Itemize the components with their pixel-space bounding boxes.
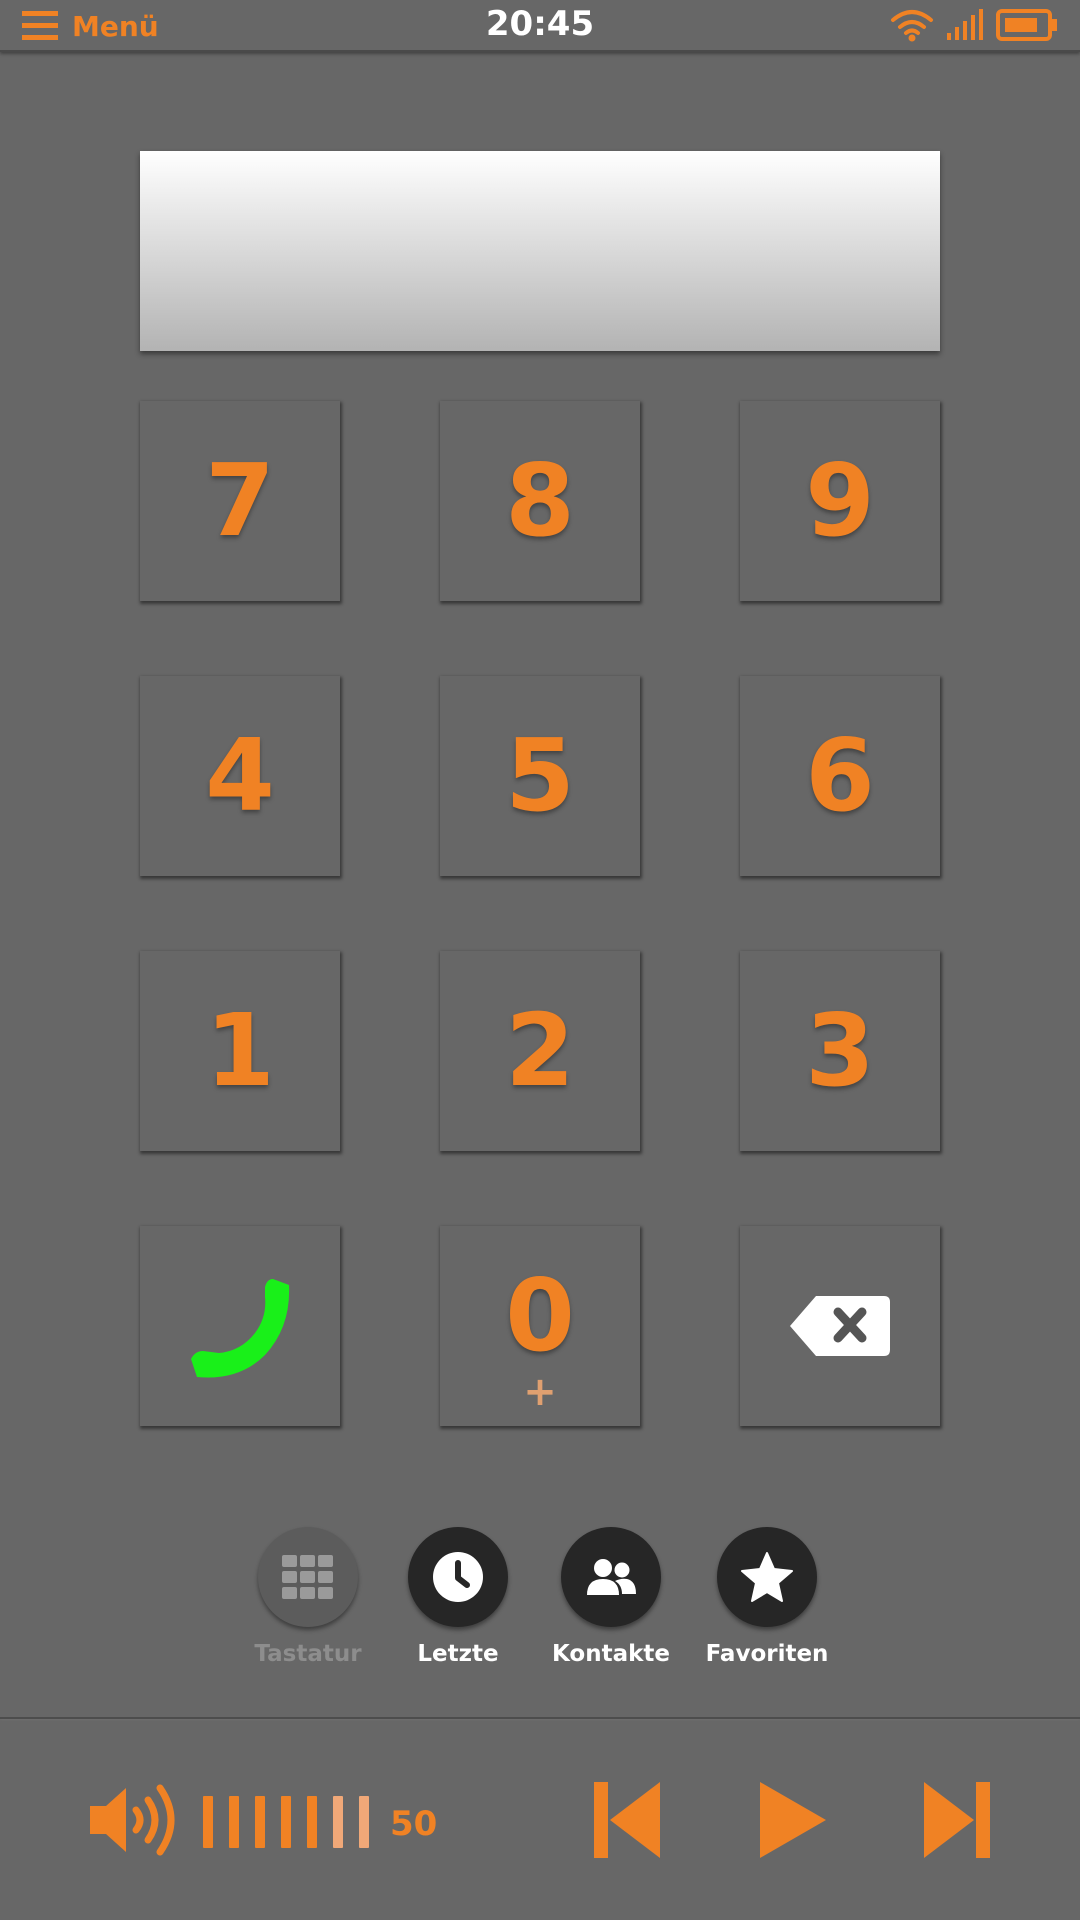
tab-circle [561,1527,661,1627]
key-digit: 7 [205,442,275,559]
status-bar: Menü 20:45 [0,0,1080,52]
next-icon[interactable] [922,1780,992,1860]
key-7[interactable]: 7 [140,401,340,601]
tab-label: Kontakte [552,1641,670,1667]
backspace-icon [790,1296,890,1356]
key-9[interactable]: 9 [740,401,940,601]
key-4[interactable]: 4 [140,676,340,876]
tab-bar: Tastatur Letzte Kontakte Favoriten [0,1527,1080,1677]
divider [0,1717,1080,1719]
key-3[interactable]: 3 [740,951,940,1151]
key-digit: 2 [505,992,575,1109]
signal-icon [947,9,983,40]
number-display[interactable] [140,151,940,351]
tab-circle [408,1527,508,1627]
volume-bar [307,1796,317,1848]
play-icon[interactable] [758,1780,828,1860]
key-plus-label: + [523,1369,557,1415]
key-5[interactable]: 5 [440,676,640,876]
volume-bar [281,1796,291,1848]
key-2[interactable]: 2 [440,951,640,1151]
key-1[interactable]: 1 [140,951,340,1151]
key-digit: 3 [805,992,875,1109]
tab-label: Letzte [417,1641,499,1667]
tab-label: Favoriten [705,1641,829,1667]
volume-slider[interactable] [203,1796,369,1848]
tab-kontakte[interactable]: Kontakte [531,1527,691,1667]
volume-bar [229,1796,239,1848]
backspace-button[interactable] [740,1226,940,1426]
tab-circle [717,1527,817,1627]
tab-letzte[interactable]: Letzte [378,1527,538,1667]
contacts-icon [587,1559,636,1595]
status-icons [890,8,1058,42]
volume-value: 50 [390,1804,438,1844]
volume-bar [255,1796,265,1848]
clock-icon [433,1552,483,1602]
media-bar: 50 [0,1720,1080,1920]
key-digit: 9 [805,442,875,559]
tab-label: Tastatur [254,1641,362,1667]
key-digit: 8 [505,442,575,559]
key-0[interactable]: 0 + [440,1226,640,1426]
volume-icon[interactable] [88,1780,182,1860]
previous-icon[interactable] [592,1780,662,1860]
volume-bar [203,1796,213,1848]
key-digit: 5 [505,717,575,834]
key-digit: 4 [205,717,275,834]
key-digit: 6 [805,717,875,834]
tab-favoriten[interactable]: Favoriten [687,1527,847,1667]
star-icon [741,1552,793,1602]
battery-icon [996,9,1057,41]
tab-circle [258,1527,358,1627]
tab-tastatur[interactable]: Tastatur [228,1527,388,1667]
key-6[interactable]: 6 [740,676,940,876]
key-digit: 0 [505,1257,575,1374]
volume-bar [333,1796,343,1848]
wifi-icon [891,10,933,42]
key-digit: 1 [205,992,275,1109]
keypad-grid-icon [282,1555,333,1599]
call-button[interactable] [140,1226,340,1426]
volume-bar [359,1796,369,1848]
phone-icon [191,1279,290,1378]
key-8[interactable]: 8 [440,401,640,601]
